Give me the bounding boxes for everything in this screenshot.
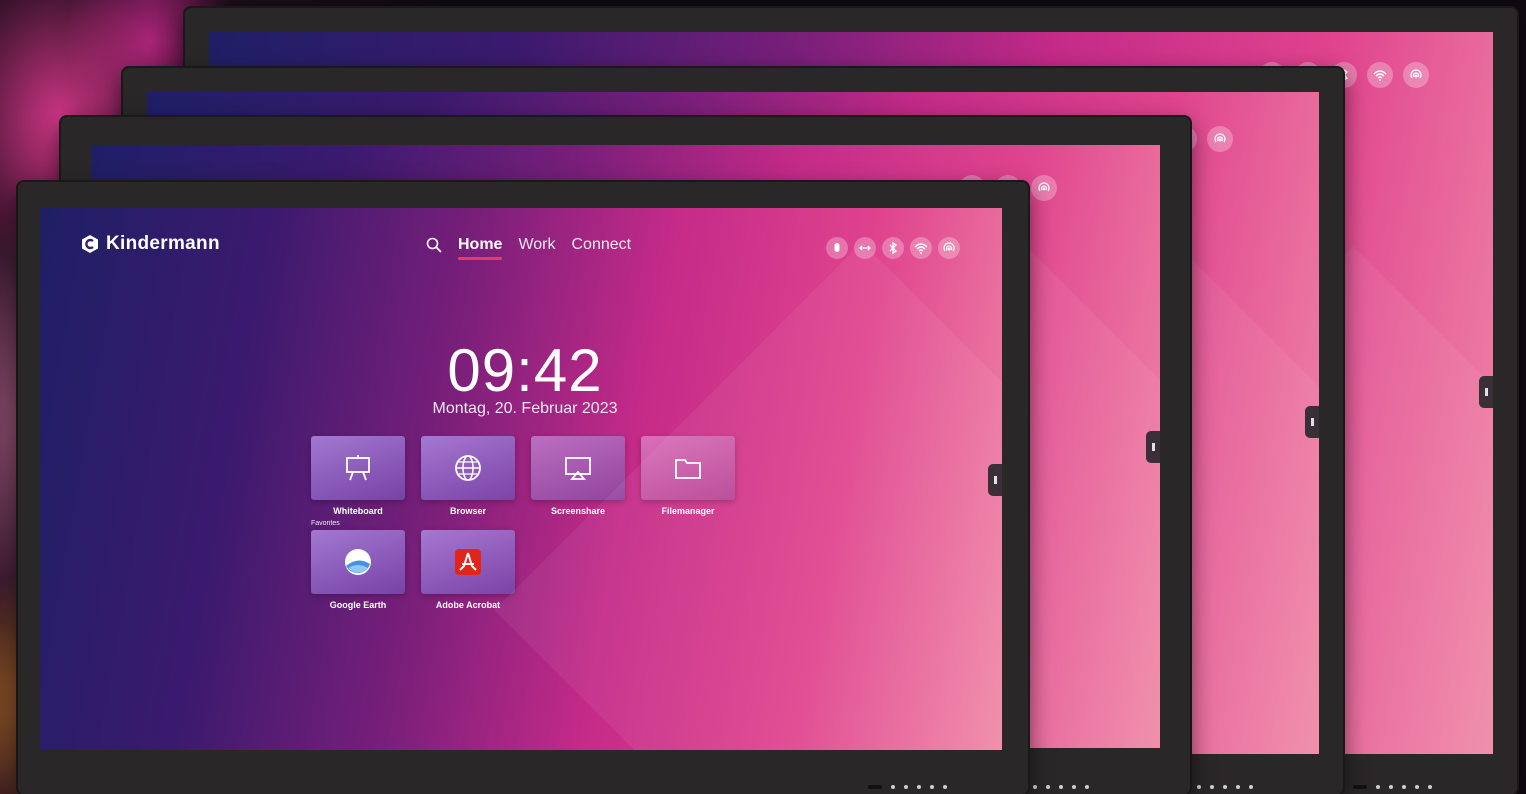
app-label-google-earth: Google Earth — [329, 600, 387, 610]
cast-screen-icon — [565, 457, 591, 480]
control-buttons-back-1 — [1033, 783, 1089, 791]
home-screen: Kindermann Home Work Connect 09:42 Monta… — [40, 208, 1002, 750]
app-label-filemanager: Filemanager — [661, 506, 715, 516]
wifi-icon[interactable] — [910, 237, 932, 259]
input-switch-icon[interactable] — [854, 237, 876, 259]
brand-logo: Kindermann — [80, 233, 220, 255]
control-buttons-back-3 — [1353, 783, 1432, 791]
side-tab-back-2 — [1305, 406, 1319, 438]
folder-icon — [675, 459, 701, 479]
hotspot-icon — [1403, 62, 1429, 88]
easel-icon — [346, 455, 370, 481]
tab-connect[interactable]: Connect — [572, 236, 632, 254]
bluetooth-icon[interactable] — [882, 237, 904, 259]
control-buttons — [868, 783, 947, 791]
google-earth-icon — [345, 549, 371, 575]
side-tab-back-3 — [1479, 376, 1493, 408]
control-buttons-back-2 — [1197, 783, 1253, 791]
side-tab[interactable] — [988, 464, 1002, 496]
favorites-label: Favorites — [311, 520, 340, 527]
top-nav: Home Work Connect — [426, 236, 632, 260]
app-tile-adobe-acrobat[interactable] — [421, 530, 515, 594]
app-tile-filemanager[interactable] — [641, 436, 735, 500]
brand-name: Kindermann — [106, 233, 220, 254]
wifi-icon — [1367, 62, 1393, 88]
globe-icon — [455, 455, 481, 481]
app-label-screenshare: Screenshare — [550, 506, 606, 516]
clock-date: Montag, 20. Februar 2023 — [432, 400, 618, 417]
side-tab-back-1 — [1146, 431, 1160, 463]
tab-home[interactable]: Home — [458, 236, 503, 260]
status-icons — [826, 237, 960, 259]
tab-work[interactable]: Work — [518, 236, 555, 254]
clock-time: 09:42 — [447, 337, 603, 404]
app-label-adobe-acrobat: Adobe Acrobat — [435, 600, 501, 610]
search-icon[interactable] — [426, 237, 442, 253]
adobe-acrobat-icon — [455, 549, 481, 575]
kindermann-logo-icon — [82, 235, 98, 253]
hotspot-icon[interactable] — [938, 237, 960, 259]
hotspot-icon — [1207, 126, 1233, 152]
mouse-icon[interactable] — [826, 237, 848, 259]
hotspot-icon — [1031, 175, 1057, 201]
app-tile-screenshare[interactable] — [531, 436, 625, 500]
app-tile-google-earth[interactable] — [311, 530, 405, 594]
app-tile-browser[interactable] — [421, 436, 515, 500]
display-front: Kindermann Home Work Connect 09:42 Monta… — [18, 182, 1028, 794]
app-label-whiteboard: Whiteboard — [333, 506, 383, 516]
app-label-browser: Browser — [449, 506, 486, 516]
app-tile-whiteboard[interactable] — [311, 436, 405, 500]
